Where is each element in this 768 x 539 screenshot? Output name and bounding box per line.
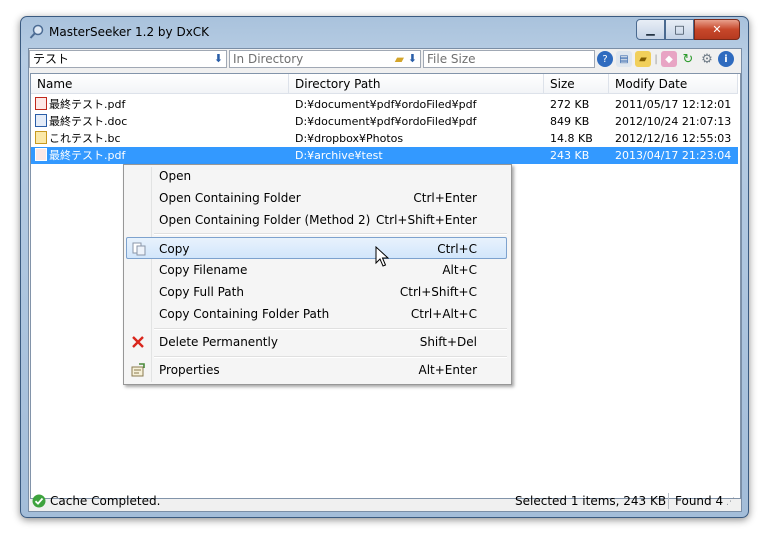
column-header-date[interactable]: Modify Date: [609, 74, 738, 94]
menu-item-shortcut: Ctrl+Shift+Enter: [376, 213, 477, 227]
file-path: D:¥document¥pdf¥ordoFiled¥pdf: [295, 98, 477, 111]
menu-item-copy-full-path[interactable]: Copy Full Path Ctrl+Shift+C: [126, 281, 507, 303]
status-divider: [668, 493, 669, 509]
menu-item-delete-permanently[interactable]: Delete Permanently Shift+Del: [126, 331, 507, 353]
file-name: 最終テスト.pdf: [49, 98, 126, 111]
column-header-size[interactable]: Size: [544, 74, 609, 94]
file-size: 272 KB: [550, 98, 590, 111]
file-date: 2013/04/17 21:23:04: [615, 149, 732, 162]
file-date: 2011/05/17 12:12:01: [615, 98, 732, 111]
mouse-cursor-icon: [375, 246, 389, 267]
file-size: 849 KB: [550, 115, 590, 128]
copy-icon: [131, 241, 147, 257]
eraser-icon[interactable]: ◆: [661, 51, 677, 67]
properties-icon: [130, 362, 146, 378]
context-menu: Open Open Containing Folder Ctrl+Enter O…: [123, 164, 512, 385]
selection-status: Selected 1 items, 243 KB: [515, 494, 667, 508]
menu-item-label: Properties: [159, 363, 220, 377]
search-input[interactable]: テスト ⬇: [29, 50, 227, 68]
menu-item-shortcut: Ctrl+Alt+C: [410, 307, 477, 321]
close-button[interactable]: ✕: [694, 19, 740, 40]
title-bar[interactable]: MasterSeeker 1.2 by DxCK ▁ □ ✕: [21, 17, 748, 47]
menu-item-shortcut: Ctrl+Enter: [413, 191, 477, 205]
menu-item-label: Copy Containing Folder Path: [159, 307, 330, 321]
file-name: 最終テスト.doc: [49, 115, 128, 128]
file-size: 243 KB: [550, 149, 590, 162]
word-file-icon: [35, 114, 47, 127]
menu-item-shortcut: Alt+C: [442, 263, 477, 277]
info-icon[interactable]: i: [718, 51, 734, 67]
maximize-button[interactable]: □: [665, 19, 694, 40]
table-row-selected[interactable]: 最終テスト.pdf D:¥archive¥test 243 KB 2013/04…: [31, 147, 738, 164]
menu-item-shortcut: Alt+Enter: [418, 363, 477, 377]
file-icon: [35, 131, 47, 144]
search-value: テスト: [33, 52, 70, 66]
menu-item-shortcut: Ctrl+C: [437, 242, 477, 256]
table-row[interactable]: これテスト.bc D:¥dropbox¥Photos 14.8 KB 2012/…: [31, 130, 738, 147]
table-row[interactable]: 最終テスト.pdf D:¥document¥pdf¥ordoFiled¥pdf …: [31, 96, 738, 113]
file-name: 最終テスト.pdf: [49, 149, 126, 162]
close-icon: ✕: [712, 23, 722, 36]
resize-grip-icon[interactable]: ⋰: [726, 497, 735, 507]
menu-item-open-containing-folder[interactable]: Open Containing Folder Ctrl+Enter: [126, 187, 507, 209]
file-size: 14.8 KB: [550, 132, 593, 145]
menu-item-open[interactable]: Open: [126, 165, 507, 187]
toolbar: テスト ⬇ In Directory ⬇ ▰ File Size ? ▤ ▰ |…: [29, 49, 741, 71]
file-date: 2012/12/16 12:55:03: [615, 132, 732, 145]
table-row[interactable]: 最終テスト.doc D:¥document¥pdf¥ordoFiled¥pdf …: [31, 113, 738, 130]
dropdown-arrow-icon[interactable]: ⬇: [408, 51, 417, 67]
menu-item-label: Copy Filename: [159, 263, 248, 277]
column-header-directory[interactable]: Directory Path: [289, 74, 544, 94]
maximize-icon: □: [674, 23, 685, 36]
menu-item-label: Copy Full Path: [159, 285, 244, 299]
pdf-file-icon: [35, 148, 47, 161]
status-bar: Cache Completed. Selected 1 items, 243 K…: [29, 493, 741, 511]
delete-x-icon: [130, 334, 146, 350]
file-date: 2012/10/24 21:07:13: [615, 115, 732, 128]
menu-separator: [154, 356, 507, 358]
directory-input[interactable]: In Directory ⬇ ▰: [229, 50, 421, 68]
menu-item-shortcut: Ctrl+Shift+C: [399, 285, 477, 299]
menu-item-copy[interactable]: Copy Ctrl+C: [126, 237, 507, 259]
menu-item-properties[interactable]: Properties Alt+Enter: [126, 359, 507, 381]
menu-item-label: Open Containing Folder: [159, 191, 301, 205]
open-folder-icon[interactable]: ▰: [635, 51, 651, 67]
file-path: D:¥archive¥test: [295, 149, 383, 162]
menu-item-copy-filename[interactable]: Copy Filename Alt+C: [126, 259, 507, 281]
menu-separator: [154, 233, 507, 235]
menu-separator: [154, 328, 507, 330]
cache-status: Cache Completed.: [50, 494, 161, 508]
found-count: Found 4: [675, 494, 724, 508]
file-path: D:¥document¥pdf¥ordoFiled¥pdf: [295, 115, 477, 128]
magnifier-app-icon: [29, 24, 44, 39]
directory-placeholder: In Directory: [233, 52, 304, 66]
toolbar-separator: |: [654, 53, 658, 65]
file-name: これテスト.bc: [49, 132, 121, 145]
file-size-placeholder: File Size: [427, 52, 476, 66]
menu-item-label: Copy: [159, 242, 190, 256]
column-header-name[interactable]: Name: [31, 74, 289, 94]
settings-gear-icon[interactable]: ⚙: [699, 51, 715, 67]
refresh-icon[interactable]: ↻: [680, 51, 696, 67]
menu-item-open-containing-folder-2[interactable]: Open Containing Folder (Method 2) Ctrl+S…: [126, 209, 507, 231]
check-icon: [32, 494, 46, 508]
menu-item-copy-folder-path[interactable]: Copy Containing Folder Path Ctrl+Alt+C: [126, 303, 507, 325]
window-title: MasterSeeker 1.2 by DxCK: [49, 25, 210, 39]
minimize-button[interactable]: ▁: [636, 19, 665, 40]
new-document-icon[interactable]: ▤: [616, 51, 632, 67]
menu-item-label: Open: [159, 169, 192, 183]
menu-item-label: Open Containing Folder (Method 2): [159, 213, 371, 227]
file-path: D:¥dropbox¥Photos: [295, 132, 404, 145]
file-size-input[interactable]: File Size: [423, 50, 595, 68]
dropdown-arrow-icon[interactable]: ⬇: [214, 51, 223, 67]
minimize-icon: ▁: [646, 23, 655, 36]
pdf-file-icon: [35, 97, 47, 110]
menu-item-shortcut: Shift+Del: [419, 335, 477, 349]
help-icon[interactable]: ?: [597, 51, 613, 67]
menu-item-label: Delete Permanently: [159, 335, 278, 349]
folder-icon[interactable]: ▰: [395, 51, 404, 67]
